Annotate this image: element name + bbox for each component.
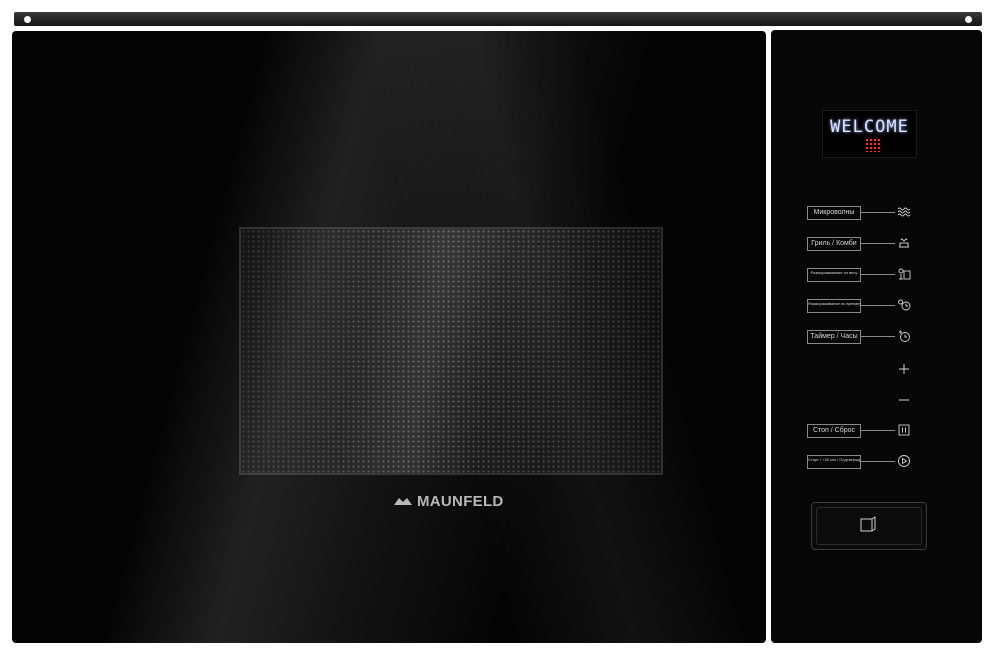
defrost-weight-icon: [898, 268, 911, 280]
door-open-icon: [860, 516, 876, 532]
stop-reset-label: Стоп / Сброс: [807, 424, 861, 438]
grill-combi-label: Гриль / Комби: [807, 237, 861, 251]
led-display: WELCOME: [822, 110, 917, 158]
brand-name: MAUNFELD: [417, 492, 504, 510]
minus-icon[interactable]: [897, 393, 911, 407]
display-indicator-dots: [865, 138, 881, 152]
mounting-hole: [965, 16, 972, 23]
brand-mark-icon: [394, 498, 412, 505]
microwave-label: Микроволны: [807, 206, 861, 220]
brand-logo: MAUNFELD: [393, 491, 504, 511]
defrost-time-icon: [898, 299, 911, 311]
timer-clock-icon: [899, 330, 910, 342]
defrost-weight-label: Размораживание по весу: [807, 268, 861, 282]
mounting-hole: [24, 16, 31, 23]
mounting-frame: [14, 12, 982, 26]
defrost-time-label: Размораживание по времени: [807, 299, 861, 313]
timer-clock-label: Таймер / Часы: [807, 330, 861, 344]
waves-icon: [897, 207, 911, 217]
door-open-button[interactable]: [811, 502, 927, 550]
stop-icon: [898, 424, 910, 436]
grill-icon: [899, 238, 909, 248]
start-label: Старт / +30 сек / Подтверждение: [807, 455, 861, 469]
display-text: WELCOME: [830, 117, 909, 137]
plus-icon[interactable]: [897, 362, 911, 376]
start-icon: [898, 455, 910, 467]
oven-door[interactable]: MAUNFELD: [12, 31, 766, 643]
control-panel: WELCOME Микроволны Гриль / Комби Размора…: [771, 30, 982, 643]
